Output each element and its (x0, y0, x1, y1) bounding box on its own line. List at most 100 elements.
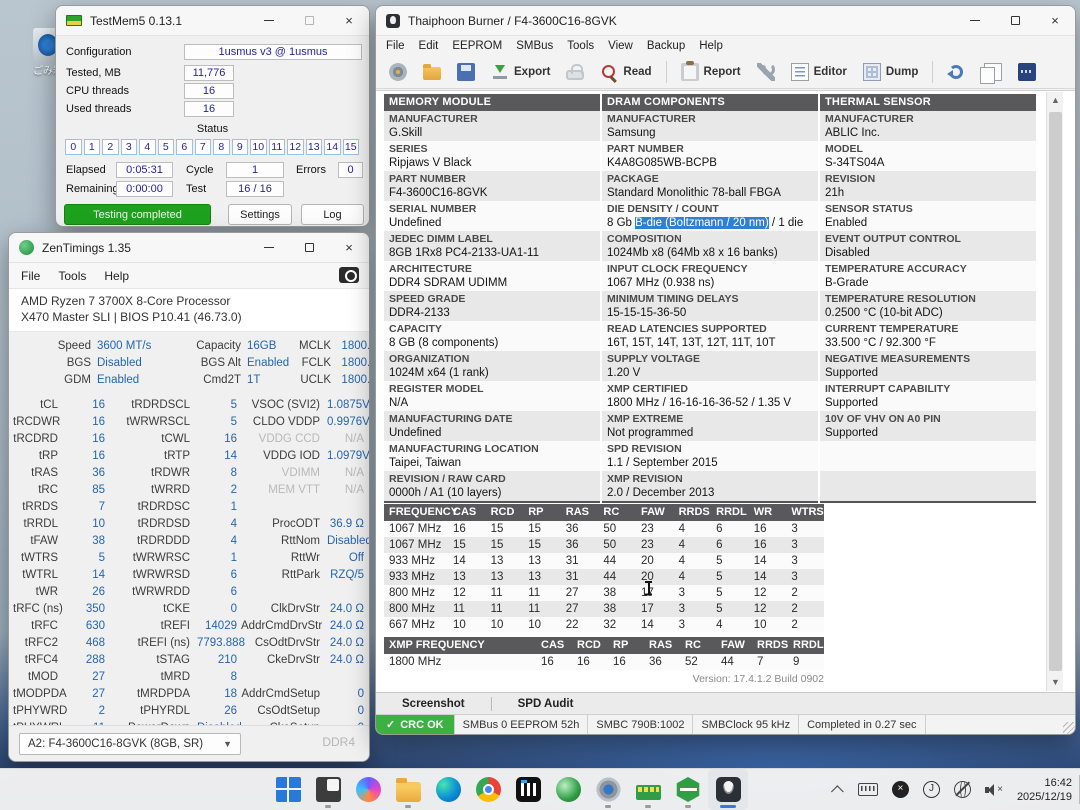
tab-screenshot[interactable]: Screenshot (376, 698, 491, 710)
menu-item-tools[interactable]: Tools (58, 269, 86, 283)
toolbar-report-button[interactable]: Report (676, 60, 746, 84)
timing-value (327, 584, 368, 601)
settings-button[interactable]: Settings (228, 204, 292, 225)
taskbar-thaiphoon-app-icon[interactable] (708, 769, 748, 810)
timing-value (327, 499, 368, 516)
header-cell: WR (749, 504, 787, 521)
taskbar-chrome-icon[interactable] (468, 769, 508, 810)
toolbar-gear-button[interactable] (384, 60, 412, 84)
volume-muted-icon[interactable]: × (985, 783, 1003, 797)
cell: 17 (636, 601, 674, 617)
remaining-value: 0:00:00 (116, 181, 173, 197)
read-icon (600, 63, 618, 81)
testmem5-titlebar[interactable]: TestMem5 0.13.1 × (56, 6, 369, 36)
table-header-row: XMP FREQUENCYCASRCDRPRASRCFAWRRDSRRDL (384, 637, 824, 654)
vertical-scrollbar[interactable]: ▲ ▼ (1046, 92, 1063, 691)
minimize-button[interactable] (249, 233, 289, 262)
timing-value: 468 (65, 635, 109, 652)
timing-value: 18 (197, 686, 241, 703)
touch-keyboard-icon[interactable] (858, 783, 878, 796)
menu-item-tools[interactable]: Tools (567, 40, 594, 52)
timing-label: tWTRL (13, 567, 65, 584)
timing-label: tWRWRSD (109, 567, 197, 584)
field-label: SERIAL NUMBER (389, 203, 600, 216)
field-value: 21h (825, 186, 1036, 200)
tray-overflow-chevron-icon[interactable] (831, 785, 844, 798)
spd-field: REVISION21h (820, 171, 1036, 201)
taskbar-edge-icon[interactable] (428, 769, 468, 810)
taskbar-start-icon[interactable] (268, 769, 308, 810)
taskbar-explorer-icon[interactable] (388, 769, 428, 810)
editor-icon (791, 63, 809, 81)
menu-item-smbus[interactable]: SMBus (516, 40, 553, 52)
toolbar-read-button[interactable]: Read (595, 60, 656, 84)
taskbar-clock[interactable]: 16:42 2025/12/19 (1017, 776, 1072, 804)
dimm-select[interactable]: A2: F4-3600C16-8GVK (8GB, SR)▼ (19, 733, 241, 755)
status-circle-x-icon[interactable]: × (892, 781, 909, 798)
cell: 4 (674, 569, 712, 585)
toolbar-lock-button[interactable] (561, 61, 589, 83)
toolbar-copy-button[interactable] (976, 60, 1007, 84)
toolbar-refresh-button[interactable] (942, 60, 970, 84)
toolbar-save-button[interactable] (452, 60, 480, 84)
toolbar-folder-button[interactable] (418, 61, 446, 83)
network-offline-icon[interactable] (954, 781, 971, 798)
menu-item-eeprom[interactable]: EEPROM (452, 40, 502, 52)
maximize-button[interactable] (289, 233, 329, 262)
errors-label: Errors (296, 164, 326, 176)
taskbar-copilot-icon[interactable] (348, 769, 388, 810)
close-button[interactable]: × (1035, 6, 1075, 35)
taskbar-gear-app-icon[interactable] (588, 769, 628, 810)
running-indicator (645, 805, 651, 808)
toolbar-wrench-button[interactable] (752, 60, 780, 84)
tab-spd-audit[interactable]: SPD Audit (492, 698, 600, 710)
menu-item-edit[interactable]: Edit (419, 40, 439, 52)
log-button[interactable]: Log (301, 204, 364, 225)
cell: 14 (749, 553, 787, 569)
thaiphoon-titlebar[interactable]: Thaiphoon Burner / F4-3600C16-8GVK × (376, 6, 1075, 36)
menu-item-help[interactable]: Help (104, 269, 129, 283)
cell: 10 (523, 617, 561, 633)
toolbar-firmware-button[interactable] (1013, 60, 1041, 84)
close-button[interactable]: × (329, 6, 369, 35)
scroll-down-icon[interactable]: ▼ (1047, 674, 1064, 691)
spd-report-area: MEMORY MODULEMANUFACTURERG.SkillSERIESRi… (376, 90, 1075, 692)
maximize-button[interactable] (995, 6, 1035, 35)
menu-item-file[interactable]: File (386, 40, 405, 52)
timing-value: 630 (65, 618, 109, 635)
header-cell: RP (523, 504, 561, 521)
taskbar-globe-app-icon[interactable] (548, 769, 588, 810)
scroll-up-icon[interactable]: ▲ (1047, 92, 1064, 109)
minimize-button[interactable] (955, 6, 995, 35)
zentimings-titlebar[interactable]: ZenTimings 1.35 × (9, 233, 369, 263)
taskbar-testmem5-app-icon[interactable] (628, 769, 668, 810)
field-value: 2.0 / December 2013 (607, 486, 818, 500)
taskbar-zentimings-app-icon[interactable] (668, 769, 708, 810)
timing-value: 26 (65, 584, 109, 601)
minimize-button[interactable] (249, 6, 289, 35)
toolbar-editor-button[interactable]: Editor (786, 60, 852, 84)
clock-app-icon[interactable]: J (923, 781, 940, 798)
toolbar-dump-button[interactable]: Dump (858, 60, 924, 84)
timing-label: tFAW (13, 533, 65, 550)
menu-item-view[interactable]: View (608, 40, 633, 52)
ddr-type-label: DDR4 (322, 735, 355, 749)
menu-item-file[interactable]: File (21, 269, 40, 283)
timing-value: 6 (197, 584, 241, 601)
taskbar-taskview-icon[interactable] (308, 769, 348, 810)
menu-item-backup[interactable]: Backup (647, 40, 685, 52)
status-thread-boxes: 0123456789101112131415 (65, 139, 359, 155)
resize-grip[interactable] (1063, 722, 1075, 734)
timing-value: 10 (65, 516, 109, 533)
scrollbar-thumb[interactable] (1049, 112, 1062, 671)
toolbar-export-button[interactable]: Export (486, 60, 555, 84)
field-label: NEGATIVE MEASUREMENTS (825, 353, 1036, 366)
spd-field: INTERRUPT CAPABILITYSupported (820, 381, 1036, 411)
close-button[interactable]: × (329, 233, 369, 262)
cell: 11 (486, 585, 524, 601)
screenshot-camera-icon[interactable] (339, 267, 359, 283)
taskbar-equalizer-app-icon[interactable] (508, 769, 548, 810)
timing-value: 1 (197, 499, 241, 516)
cell: 2 (786, 585, 824, 601)
menu-item-help[interactable]: Help (699, 40, 723, 52)
